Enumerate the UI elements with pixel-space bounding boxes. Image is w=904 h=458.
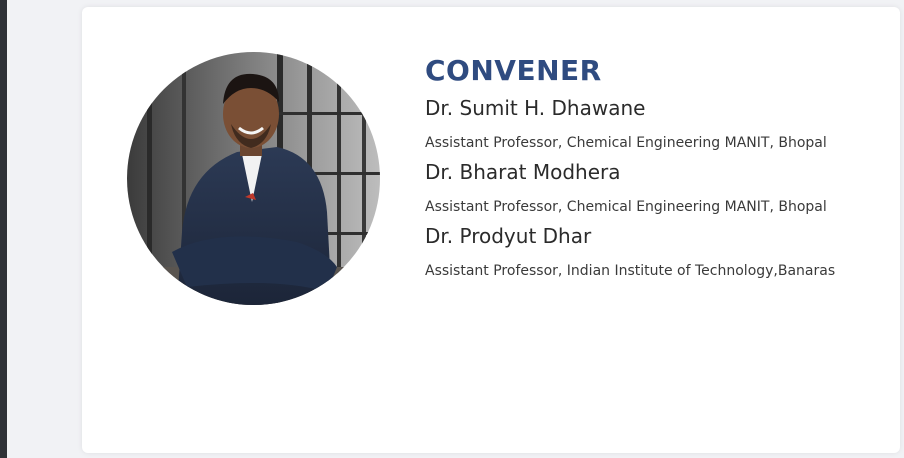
convener-photo-image [127, 52, 380, 305]
section-heading: CONVENER [425, 54, 602, 87]
member-name: Dr. Prodyut Dhar [425, 224, 592, 248]
member-item: Dr. Bharat Modhera Assistant Professor, … [425, 159, 865, 217]
convener-photo [127, 52, 380, 305]
member-title: Assistant Professor, Indian Institute of… [425, 263, 836, 279]
member-name: Dr. Bharat Modhera [425, 160, 621, 184]
convener-card: CONVENER Dr. Sumit H. Dhawane Assistant … [82, 7, 900, 453]
member-item: Dr. Prodyut Dhar Assistant Professor, In… [425, 223, 865, 281]
member-title: Assistant Professor, Chemical Engineerin… [425, 135, 827, 151]
left-sidebar-strip [0, 0, 7, 458]
member-name: Dr. Sumit H. Dhawane [425, 96, 646, 120]
member-title: Assistant Professor, Chemical Engineerin… [425, 199, 827, 215]
member-item: Dr. Sumit H. Dhawane Assistant Professor… [425, 95, 865, 153]
convener-info: CONVENER Dr. Sumit H. Dhawane Assistant … [425, 55, 865, 281]
